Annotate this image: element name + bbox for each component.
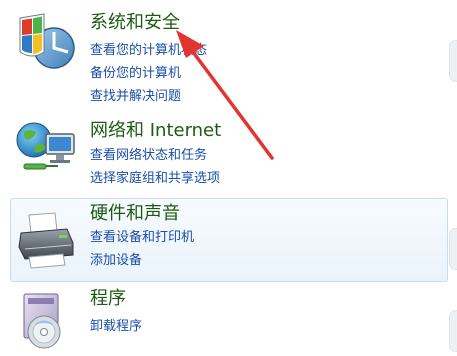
category-system-security: 系统和安全 查看您的计算机状态 备份您的计算机 查找并解决问题	[10, 0, 446, 110]
category-network-internet: 网络和 Internet 查看网络状态和任务 选择家庭组和共享选项	[10, 110, 446, 195]
category-title[interactable]: 硬件和声音	[90, 203, 180, 225]
category-title[interactable]: 网络和 Internet	[90, 120, 221, 142]
printer-icon[interactable]	[15, 209, 79, 273]
category-title[interactable]: 程序	[90, 288, 126, 310]
security-shield-icon[interactable]	[14, 12, 78, 76]
adjacent-panel-edge	[449, 310, 457, 352]
link-homegroup-sharing[interactable]: 选择家庭组和共享选项	[90, 170, 220, 187]
link-view-network-status[interactable]: 查看网络状态和任务	[90, 147, 207, 164]
category-programs: 程序 卸载程序	[10, 284, 446, 356]
link-uninstall-program[interactable]: 卸载程序	[90, 318, 142, 335]
programs-disc-icon[interactable]	[14, 290, 78, 354]
link-view-computer-status[interactable]: 查看您的计算机状态	[90, 42, 207, 59]
category-title[interactable]: 系统和安全	[90, 12, 180, 34]
network-globe-icon[interactable]	[14, 118, 78, 182]
link-find-fix-problems[interactable]: 查找并解决问题	[90, 88, 181, 105]
category-hardware-sound[interactable]: 硬件和声音 查看设备和打印机 添加设备	[10, 198, 448, 282]
link-backup-computer[interactable]: 备份您的计算机	[90, 65, 181, 82]
link-add-device[interactable]: 添加设备	[90, 252, 142, 269]
adjacent-panel-edge	[449, 228, 457, 270]
link-devices-printers[interactable]: 查看设备和打印机	[90, 229, 194, 246]
adjacent-panel-edge	[449, 40, 457, 82]
